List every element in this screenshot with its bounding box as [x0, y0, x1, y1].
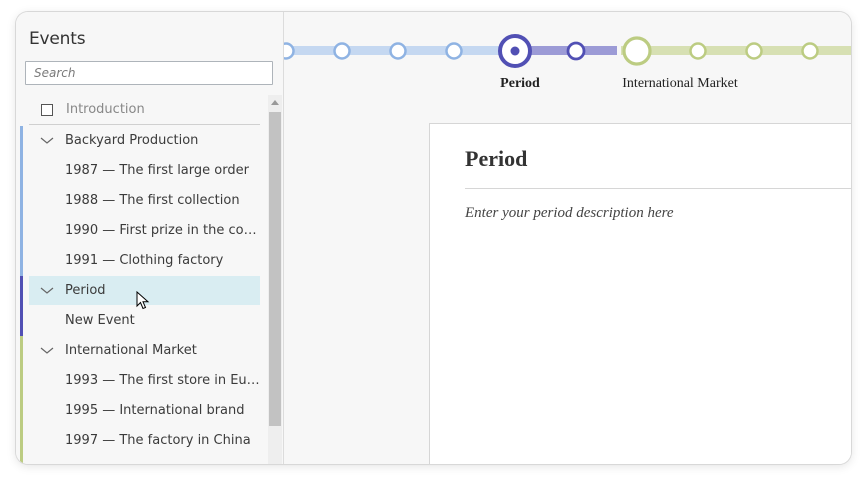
- tree-group-label: International Market: [65, 343, 197, 358]
- events-sidebar: Events Introduction Backyard Production …: [16, 12, 284, 464]
- tree-group-backyard-production[interactable]: Backyard Production: [29, 126, 260, 155]
- timeline-track: [284, 34, 851, 68]
- tree-event-label: 1995 — International brand: [65, 403, 245, 418]
- scrollbar-thumb[interactable]: [269, 112, 281, 426]
- timeline-node-event[interactable]: [333, 42, 351, 60]
- period-detail-card: Period Enter your period description her…: [429, 123, 851, 464]
- timeline-node-event[interactable]: [389, 42, 407, 60]
- timeline-node-event[interactable]: [689, 42, 707, 60]
- group-color-stripe-backyard: [20, 126, 23, 276]
- card-description[interactable]: Enter your period description here: [465, 205, 674, 222]
- chevron-down-icon[interactable]: [40, 137, 54, 145]
- chevron-down-icon[interactable]: [40, 287, 54, 295]
- sidebar-title: Events: [29, 29, 86, 49]
- timeline-node-event[interactable]: [284, 42, 295, 60]
- tree-event-label: 1990 — First prize in the contest: [65, 223, 260, 238]
- scroll-up-arrow-icon[interactable]: [271, 100, 279, 105]
- tree-event-label: 1991 — Clothing factory: [65, 253, 224, 268]
- tree-item-introduction[interactable]: Introduction: [29, 95, 260, 124]
- timeline-node-period-dot: [510, 46, 520, 56]
- tree-event-label: 1988 — The first collection: [65, 193, 240, 208]
- divider: [29, 124, 260, 125]
- mouse-cursor-icon: [136, 291, 150, 310]
- group-color-stripe-period: [20, 276, 23, 336]
- timeline-node-event[interactable]: [445, 42, 463, 60]
- tree-event-label: New Event: [65, 313, 135, 328]
- introduction-checkbox[interactable]: [41, 103, 53, 116]
- tree-group-label: Period: [65, 283, 106, 298]
- timeline-node-event[interactable]: [801, 42, 819, 60]
- tree-event-item[interactable]: 1987 — The first large order: [29, 156, 260, 185]
- tree-event-label: 1997 — The factory in China: [65, 433, 251, 448]
- tree-event-label: 1987 — The first large order: [65, 163, 249, 178]
- timeline-node-event[interactable]: [745, 42, 763, 60]
- tree-event-item[interactable]: 1993 — The first store in Europe: [29, 366, 260, 395]
- events-tree: Introduction Backyard Production 1987 — …: [16, 95, 268, 464]
- tree-event-label: 1993 — The first store in Europe: [65, 373, 260, 388]
- tree-event-item[interactable]: 1995 — International brand: [29, 396, 260, 425]
- timeline: Period International Market: [284, 12, 851, 112]
- tree-group-international-market[interactable]: International Market: [29, 336, 260, 365]
- timeline-label-period[interactable]: Period: [500, 76, 540, 92]
- card-divider: [465, 188, 851, 189]
- chevron-down-icon[interactable]: [40, 347, 54, 355]
- tree-scrollbar[interactable]: [268, 95, 282, 464]
- tree-event-item[interactable]: 1988 — The first collection: [29, 186, 260, 215]
- card-title[interactable]: Period: [465, 146, 527, 172]
- tree-event-item[interactable]: 1990 — First prize in the contest: [29, 216, 260, 245]
- app-window: Events Introduction Backyard Production …: [16, 12, 851, 464]
- main-area: Period International Market Period Enter…: [284, 12, 851, 464]
- tree-event-item[interactable]: 1991 — Clothing factory: [29, 246, 260, 275]
- tree-event-item[interactable]: 1997 — The factory in China: [29, 426, 260, 455]
- search-input[interactable]: [25, 61, 273, 85]
- timeline-node-international-market[interactable]: [622, 36, 652, 66]
- tree-group-label: Backyard Production: [65, 133, 199, 148]
- tree-item-label: Introduction: [66, 102, 145, 117]
- timeline-label-international-market[interactable]: International Market: [622, 76, 737, 92]
- timeline-node-event[interactable]: [566, 41, 586, 61]
- group-color-stripe-international: [20, 336, 23, 464]
